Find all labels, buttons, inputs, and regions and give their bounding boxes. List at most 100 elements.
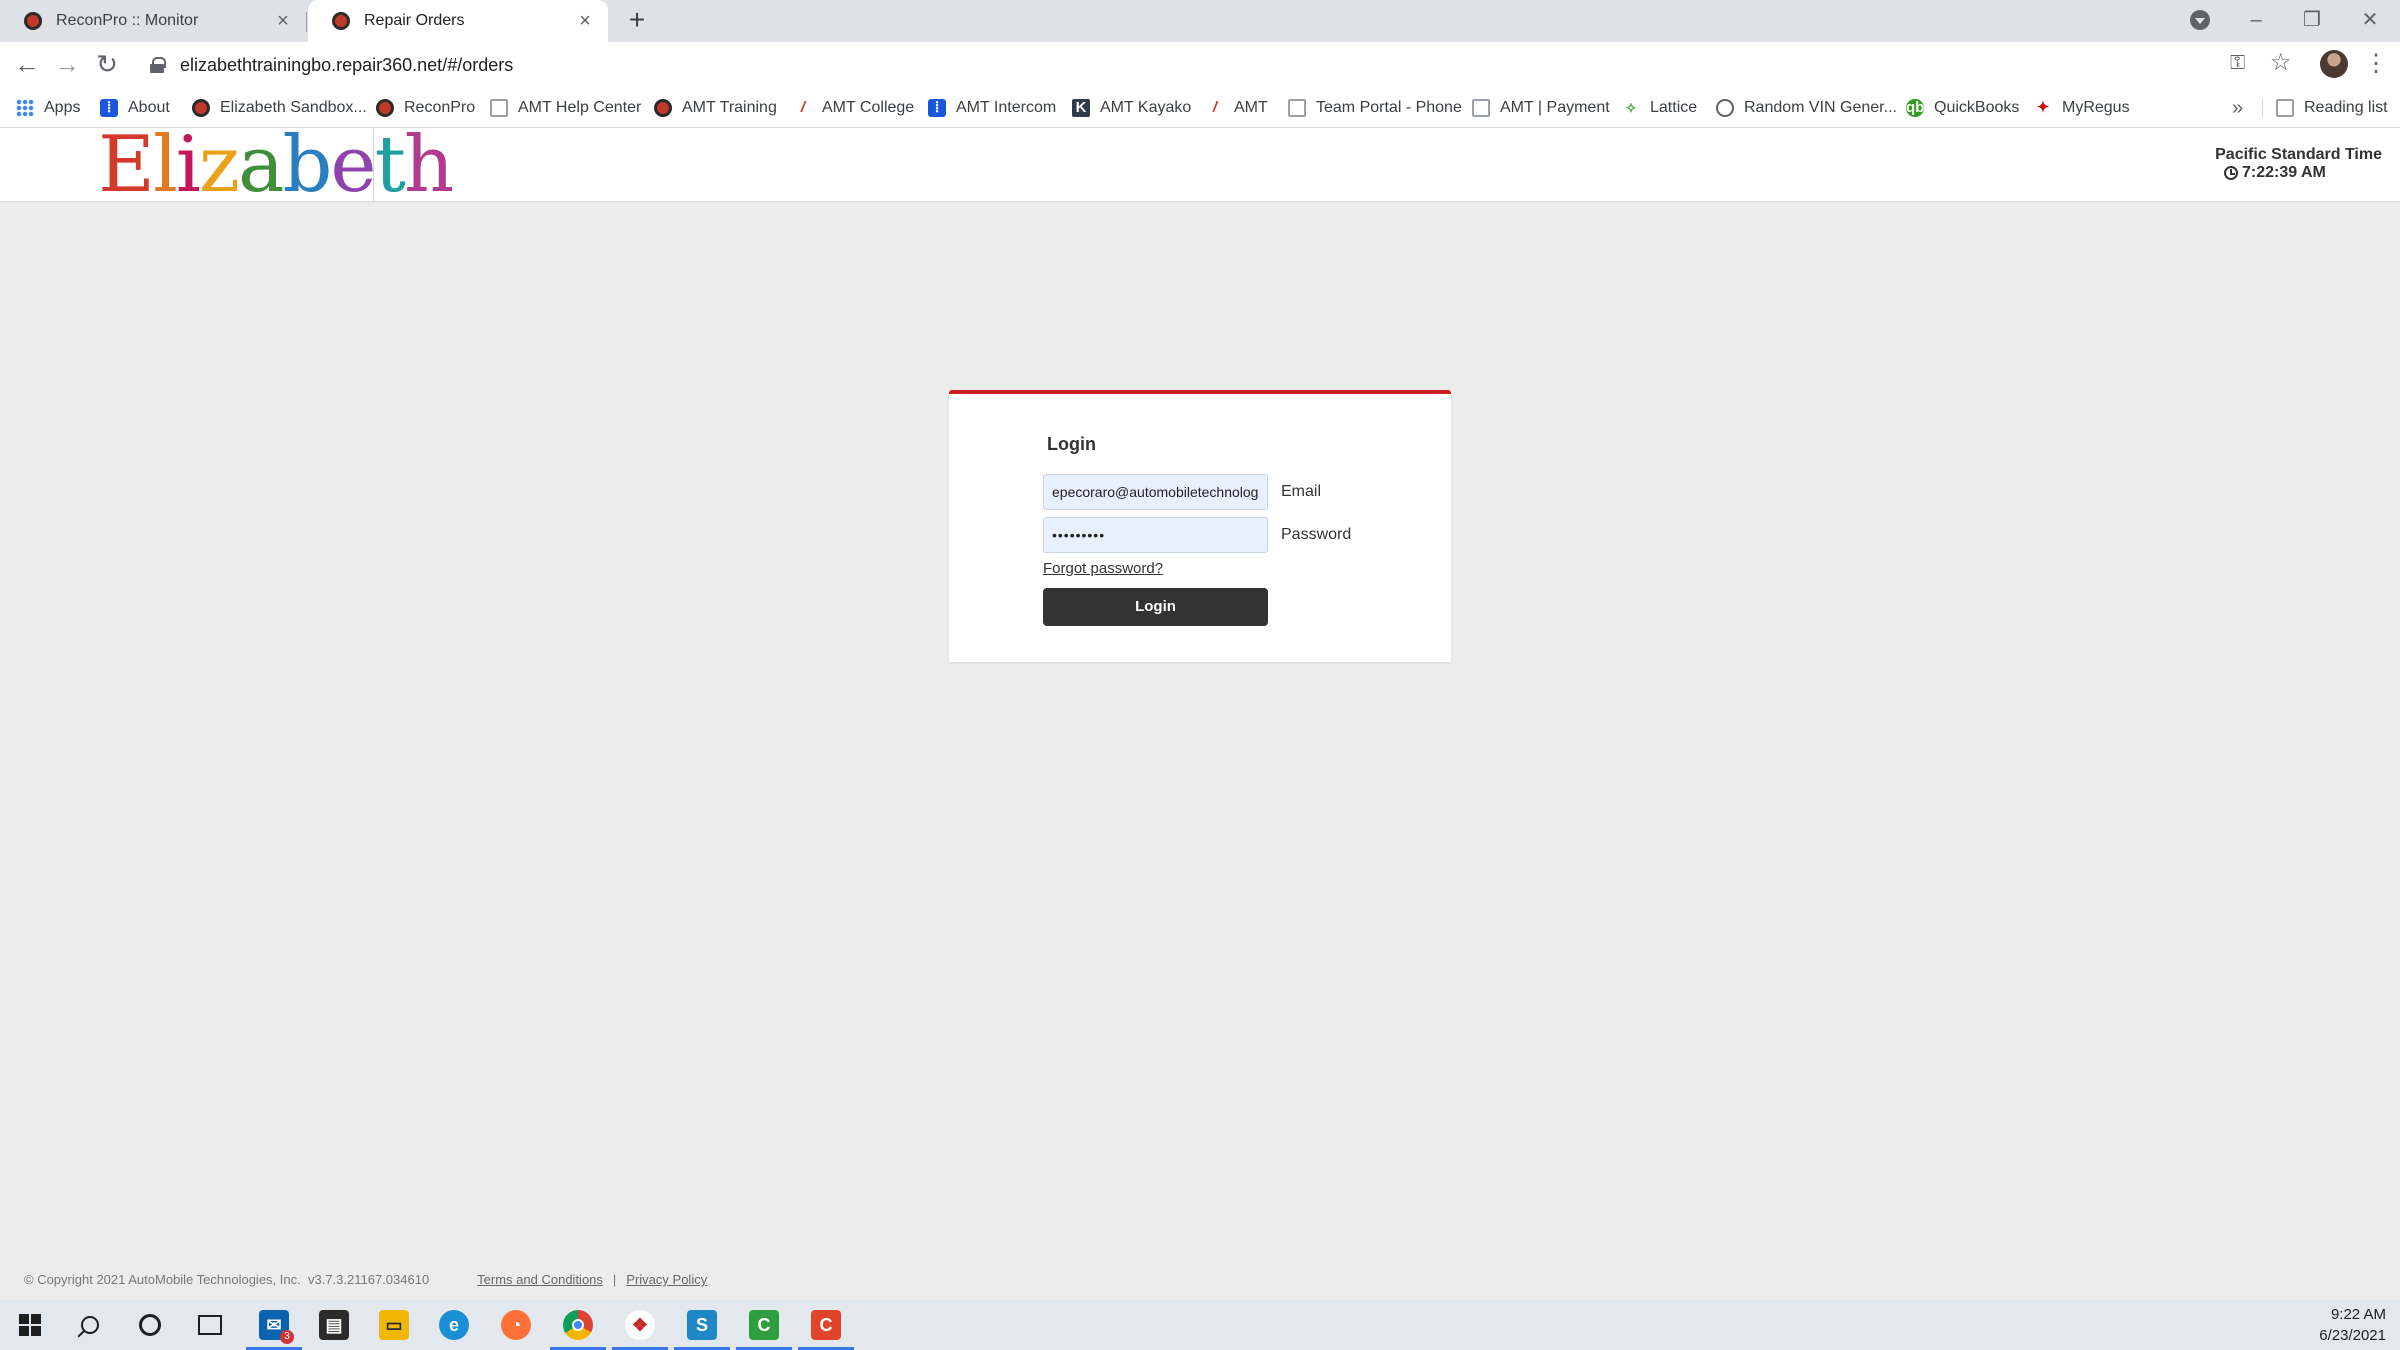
logo-letter: E: [98, 120, 155, 210]
taskbar-edge[interactable]: e: [424, 1300, 484, 1350]
taskbar-outlook[interactable]: ✉ 3: [244, 1300, 304, 1350]
bookmark-amt-training[interactable]: AMT Training: [654, 88, 777, 128]
login-card: Login Email Password Forgot password? Lo…: [949, 390, 1451, 662]
taskbar-app-red[interactable]: ❖: [610, 1300, 670, 1350]
bookmark-label: AMT Help Center: [518, 99, 642, 116]
firefox-icon: ◔: [501, 1310, 531, 1340]
login-button[interactable]: Login: [1043, 588, 1268, 626]
tab-title: ReconPro :: Monitor: [56, 12, 199, 29]
reconpro-favicon-icon: [24, 12, 42, 30]
logo-letter: h: [403, 120, 454, 210]
cortana-button[interactable]: [120, 1300, 180, 1350]
camtasia-icon: C: [749, 1310, 779, 1340]
star-icon[interactable]: ☆: [2270, 48, 2292, 77]
url-path: /#/orders: [442, 54, 514, 75]
tab-search-icon[interactable]: [2190, 10, 2210, 30]
windows-taskbar: ✉ 3 ▤ ▭ e ◔ ❖ S C C 9:22 AM 6/23/2021: [0, 1300, 2400, 1350]
bookmark-label: Lattice: [1650, 99, 1698, 116]
intercom-icon: ⦙: [100, 99, 118, 117]
taskbar-store[interactable]: ▤: [304, 1300, 364, 1350]
reconpro-favicon-icon: [332, 12, 350, 30]
page-footer: © Copyright 2021 AutoMobile Technologies…: [24, 1272, 707, 1287]
terms-link[interactable]: Terms and Conditions: [477, 1272, 603, 1287]
amt-icon: /: [1212, 99, 1218, 116]
bookmark-amt-intercom[interactable]: ⦙ AMT Intercom: [928, 88, 1056, 128]
reading-list-icon: [2276, 99, 2294, 117]
bookmark-amt[interactable]: / AMT: [1206, 88, 1268, 128]
bookmark-amt-payment[interactable]: AMT | Payment: [1472, 88, 1610, 128]
store-icon: ▤: [319, 1310, 349, 1340]
task-view-icon: [198, 1315, 222, 1335]
amt-icon: /: [800, 99, 806, 116]
kayako-icon: K: [1072, 99, 1090, 117]
reconpro-icon: ❖: [625, 1310, 655, 1340]
restore-button[interactable]: ❐: [2292, 4, 2332, 36]
elizabeth-logo[interactable]: Elizabeth: [98, 120, 454, 210]
bookmark-label: Elizabeth Sandbox...: [220, 99, 367, 116]
address-bar[interactable]: elizabethtrainingbo.repair360.net/#/orde…: [140, 48, 2240, 82]
bookmark-myregus[interactable]: ✦ MyRegus: [2034, 88, 2130, 128]
taskbar-file-explorer[interactable]: ▭: [364, 1300, 424, 1350]
clock-time: 9:22 AM: [2330, 1306, 2386, 1323]
lock-icon[interactable]: [150, 57, 166, 73]
logo-letter: z: [198, 120, 240, 210]
task-view-button[interactable]: [180, 1300, 240, 1350]
reading-list-button[interactable]: Reading list: [2276, 88, 2388, 128]
taskbar-camtasia[interactable]: C: [734, 1300, 794, 1350]
snagit-icon: C: [811, 1310, 841, 1340]
taskbar-snagit[interactable]: C: [796, 1300, 856, 1350]
bookmark-label: QuickBooks: [1934, 99, 2020, 116]
taskbar-firefox[interactable]: ◔: [486, 1300, 546, 1350]
password-field[interactable]: [1043, 517, 1268, 553]
clock-icon: [2224, 166, 2238, 180]
footer-separator: |: [612, 1272, 617, 1287]
bookmark-amt-kayako[interactable]: K AMT Kayako: [1072, 88, 1191, 128]
clock-date: 6/23/2021: [2319, 1327, 2386, 1344]
privacy-link[interactable]: Privacy Policy: [626, 1272, 707, 1287]
target-icon: [376, 99, 394, 117]
bookmarks-separator: [2262, 98, 2263, 118]
start-button[interactable]: [0, 1300, 60, 1350]
bookmark-label: AMT Intercom: [956, 99, 1057, 116]
close-icon[interactable]: ×: [272, 10, 294, 32]
tab-title: Repair Orders: [364, 12, 465, 29]
reload-button[interactable]: ↻: [92, 50, 122, 80]
target-icon: [654, 99, 672, 117]
close-window-button[interactable]: ✕: [2350, 4, 2390, 36]
close-icon[interactable]: ×: [574, 10, 596, 32]
globe-icon: [1716, 99, 1734, 117]
lattice-icon: ⟡: [1626, 99, 1636, 116]
forward-button[interactable]: →: [52, 50, 82, 80]
bookmark-amt-help-center[interactable]: AMT Help Center: [490, 88, 641, 128]
time-value: 7:22:39 AM: [2242, 164, 2326, 181]
minimize-button[interactable]: –: [2236, 4, 2276, 36]
bookmark-lattice[interactable]: ⟡ Lattice: [1622, 88, 1697, 128]
bookmark-amt-college[interactable]: / AMT College: [794, 88, 914, 128]
menu-dots-icon[interactable]: ⋮: [2364, 50, 2388, 78]
bookmark-label: About: [128, 99, 170, 116]
bookmark-random-vin[interactable]: Random VIN Gener...: [1716, 88, 1897, 128]
taskbar-app-s[interactable]: S: [672, 1300, 732, 1350]
profile-avatar[interactable]: [2320, 50, 2348, 78]
browser-tab-repair-orders[interactable]: Repair Orders ×: [308, 0, 608, 42]
tab-separator: [306, 12, 307, 32]
target-icon: [192, 99, 210, 117]
copyright-label: © Copyright 2021 AutoMobile Technologies…: [24, 1272, 301, 1287]
email-field[interactable]: [1043, 474, 1268, 510]
bookmark-apps[interactable]: Apps: [16, 88, 80, 128]
browser-toolbar: ← → ↻ elizabethtrainingbo.repair360.net/…: [0, 42, 2400, 88]
bookmark-quickbooks[interactable]: qb QuickBooks: [1906, 88, 2019, 128]
bookmark-team-portal-phone[interactable]: Team Portal - Phone: [1288, 88, 1462, 128]
new-tab-button[interactable]: +: [624, 6, 650, 34]
taskbar-search-button[interactable]: [60, 1300, 120, 1350]
logo-letter: b: [282, 120, 332, 210]
back-button[interactable]: ←: [12, 50, 42, 80]
browser-tab-reconpro[interactable]: ReconPro :: Monitor ×: [0, 0, 306, 42]
bookmark-label: Random VIN Gener...: [1744, 99, 1897, 116]
forgot-password-link[interactable]: Forgot password?: [1043, 560, 1163, 577]
more-bookmarks-button[interactable]: »: [2232, 88, 2243, 128]
bookmark-label: AMT Kayako: [1100, 99, 1192, 116]
system-clock[interactable]: 9:22 AM 6/23/2021: [2319, 1304, 2386, 1346]
key-icon[interactable]: ⚿: [2230, 52, 2245, 75]
taskbar-chrome[interactable]: [548, 1300, 608, 1350]
